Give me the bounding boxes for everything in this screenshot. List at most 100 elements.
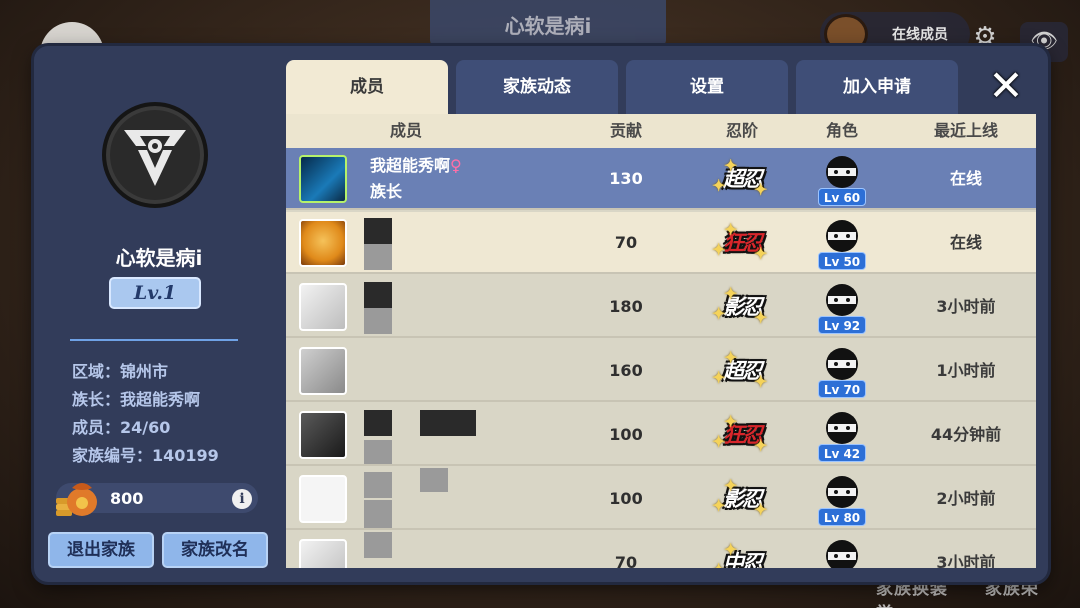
blurred-name-mosaic [364,440,392,464]
clan-member-count: 成员：24/60 [72,418,171,437]
ninja-rank-badge: 超忍 ✦ ✦ ✦ [708,152,776,206]
table-row[interactable]: 我超能秀啊♀ 族长 130 超忍 ✦ ✦ ✦ Lv 60 在线 [286,148,1036,210]
coin-bag-icon [52,474,100,518]
sparkle-icon: ✦ [724,348,738,367]
member-last-online: 3小时前 [936,297,996,316]
ninja-rank-badge: 中忍✦✦✦ [708,536,776,569]
blurred-name-mosaic [364,410,392,436]
table-row[interactable]: 100 影忍 ✦ ✦ ✦ Lv 80 2小时前 [286,468,1036,530]
character-portrait-icon [826,412,858,444]
member-last-online: 在线 [949,169,982,188]
sparkle-icon: ✦ [754,566,767,569]
clan-panel: 心软是病i Lv.1 区域：锦州市 族长：我超能秀啊 成员：24/60 家族编号… [34,46,1048,582]
character-level-badge: Lv 50 [818,252,866,270]
sparkle-icon: ✦ [724,220,738,239]
blurred-name-mosaic [364,308,392,334]
character-portrait-icon [826,220,858,252]
sparkle-icon: ✦ [712,496,726,515]
member-contribution: 160 [609,361,643,380]
member-avatar-icon [299,475,347,523]
sparkle-icon: ✦ [712,240,726,259]
character-level-badge: Lv 92 [818,316,866,334]
blurred-name-mosaic [420,468,448,492]
table-row[interactable]: 160 超忍 ✦ ✦ ✦ Lv 70 1小时前 [286,340,1036,402]
blurred-name-mosaic [364,500,392,528]
member-contribution: 180 [609,297,643,316]
sparkle-icon: ✦ [712,304,726,323]
table-row[interactable]: 70中忍✦✦✦3小时前 [286,532,1036,568]
sparkle-icon: ✦ [754,500,768,519]
blurred-name-mosaic [364,218,392,244]
member-contribution: 130 [609,169,643,188]
blurred-name-mosaic [364,532,392,558]
clan-emblem-icon [102,102,208,208]
blurred-name-mosaic [420,410,476,436]
clan-funds-value: 800 [110,489,144,508]
sparkle-icon: ✦ [712,176,726,195]
table-row[interactable]: 180 影忍 ✦ ✦ ✦ Lv 92 3小时前 [286,276,1036,338]
character-level-badge: Lv 70 [818,380,866,398]
clan-outfit-label: 家族换装 [876,579,948,599]
member-last-online: 在线 [949,233,982,252]
table-row[interactable]: 70 狂忍 ✦ ✦ ✦ Lv 50 在线 [286,212,1036,274]
member-contribution: 70 [614,553,638,568]
member-avatar-icon [299,539,347,568]
member-name: 我超能秀啊♀ [370,156,462,175]
member-contribution: 100 [609,489,643,508]
blurred-name-mosaic [364,244,392,270]
header-last-online: 最近上线 [933,121,998,140]
clan-leader: 族长：我超能秀啊 [72,390,201,409]
member-role: 族长 [370,182,403,201]
member-last-online: 2小时前 [936,489,996,508]
sparkle-icon: ✦ [754,372,768,391]
member-avatar-icon [299,155,347,203]
sparkle-icon: ✦ [712,368,726,387]
character-portrait-icon [826,540,858,568]
character-portrait-icon [826,284,858,316]
table-header: 成员 贡献 忍阶 角色 最近上线 [286,114,1036,148]
rename-clan-button[interactable]: 家族改名 [162,532,268,568]
tab-clan-activity[interactable]: 家族动态 [456,60,618,116]
ninja-rank-badge: 狂忍 ✦ ✦ ✦ [708,216,776,270]
character-level-badge: Lv 80 [818,508,866,526]
ninja-rank-badge: 影忍 ✦ ✦ ✦ [708,472,776,526]
member-contribution: 100 [609,425,643,444]
close-icon[interactable]: ✕ [984,64,1028,108]
ninja-rank-badge: 狂忍 ✦ ✦ ✦ [708,408,776,462]
member-last-online: 3小时前 [936,553,996,568]
sparkle-icon: ✦ [754,244,768,263]
ninja-rank-badge: 影忍 ✦ ✦ ✦ [708,280,776,334]
tab-members[interactable]: 成员 [286,60,448,116]
clan-name: 心软是病i [115,246,203,270]
member-avatar-icon [299,347,347,395]
table-row[interactable]: 100 狂忍 ✦ ✦ ✦ Lv 42 44分钟前 [286,404,1036,466]
member-avatar-icon [299,283,347,331]
sparkle-icon: ✦ [754,308,768,327]
online-members-label: 在线成员 [892,27,948,43]
sparkle-icon: ✦ [724,476,738,495]
clan-region: 区域：锦州市 [72,362,169,381]
clan-info-sidebar: 心软是病i Lv.1 区域：锦州市 族长：我超能秀啊 成员：24/60 家族编号… [34,46,284,582]
info-icon[interactable]: i [232,489,252,509]
female-gender-icon: ♀ [450,156,462,175]
member-avatar-icon [299,219,347,267]
blurred-name-mosaic [364,472,392,498]
leave-clan-button[interactable]: 退出家族 [48,532,154,568]
sparkle-icon: ✦ [724,412,738,431]
header-rank: 忍阶 [725,121,758,140]
members-table: 成员 贡献 忍阶 角色 最近上线 我超能秀啊♀ 族长 130 超忍 ✦ ✦ ✦ Lv 60 在线… [286,114,1036,568]
sparkle-icon: ✦ [724,540,738,559]
sparkle-icon: ✦ [754,436,768,455]
tab-settings[interactable]: 设置 [626,60,788,116]
character-portrait-icon [826,348,858,380]
background-clan-title: 心软是病i [430,0,666,46]
sparkle-icon: ✦ [754,180,768,199]
character-portrait-icon [826,156,858,188]
sparkle-icon: ✦ [724,284,738,303]
sparkle-icon: ✦ [712,562,725,569]
header-character: 角色 [825,121,858,140]
character-level-badge: Lv 42 [818,444,866,462]
member-last-online: 1小时前 [936,361,996,380]
tab-join-requests[interactable]: 加入申请 [796,60,958,116]
character-portrait-icon [826,476,858,508]
